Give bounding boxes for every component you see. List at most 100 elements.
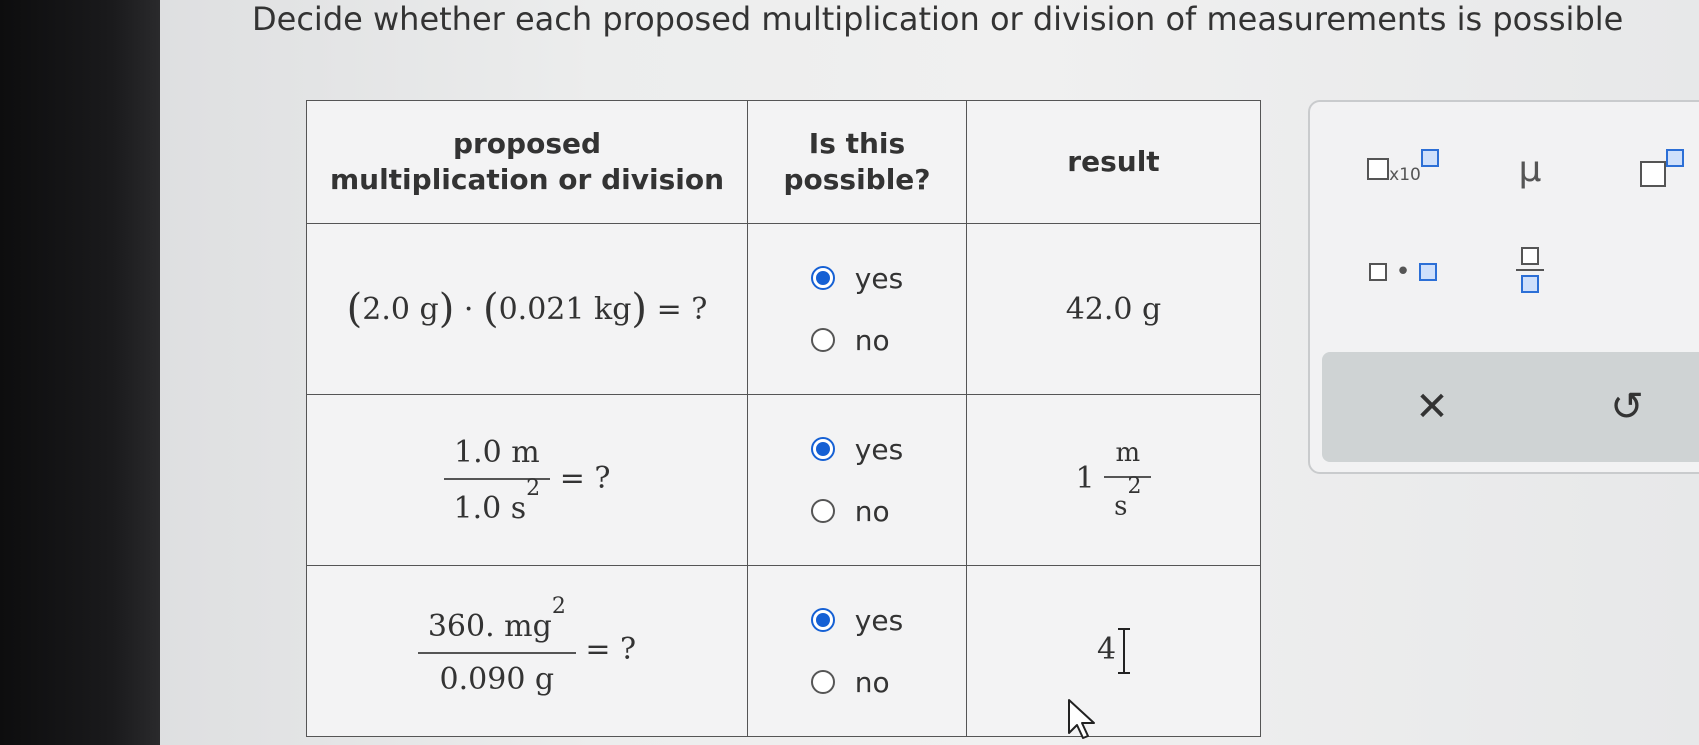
numerator: 1.0 m xyxy=(453,434,540,470)
result-partial-value[interactable]: 4 xyxy=(1097,632,1116,667)
equals-question: = ? xyxy=(585,632,637,667)
header-possible-line2: possible? xyxy=(783,163,931,196)
denominator: 0.090 g xyxy=(439,661,555,697)
exponent-box-icon xyxy=(1420,149,1439,167)
numerator-box-icon xyxy=(1521,247,1539,265)
exponent: 2 xyxy=(526,475,541,501)
expression-3: 360. mg2 0.090 g = ? xyxy=(417,594,637,697)
expression-cell: 360. mg2 0.090 g = ? xyxy=(306,565,748,737)
mantissa-box-icon xyxy=(1367,158,1390,180)
table-header-row: proposed multiplication or division Is t… xyxy=(306,100,1261,224)
yes-label: yes xyxy=(854,603,904,637)
denominator-text: 1.0 s xyxy=(453,490,527,526)
superscript-box-icon xyxy=(1666,149,1684,167)
denominator-box-icon xyxy=(1521,275,1539,293)
equals-question: = ? xyxy=(559,461,611,496)
mouse-pointer-icon xyxy=(1068,699,1095,739)
numerator-text: 360. mg xyxy=(427,608,552,644)
no-option[interactable]: no xyxy=(810,480,903,542)
yes-option[interactable]: yes xyxy=(810,589,904,651)
yes-radio[interactable] xyxy=(810,437,835,461)
header-possible-line1: Is this xyxy=(808,127,906,160)
possible-radio-group: yes no xyxy=(810,589,904,713)
exponent: 2 xyxy=(551,593,566,619)
no-radio[interactable] xyxy=(810,670,835,694)
no-radio[interactable] xyxy=(810,328,835,352)
exponent: 2 xyxy=(1127,474,1142,500)
result-denominator: s2 xyxy=(1104,474,1151,522)
no-radio[interactable] xyxy=(810,499,835,523)
result-answer[interactable]: 1 m s2 xyxy=(1075,438,1152,522)
close-icon: ✕ xyxy=(1415,384,1449,430)
fraction: 360. mg2 0.090 g xyxy=(417,594,576,697)
paren: ( xyxy=(482,286,499,332)
result-cell[interactable]: 4 xyxy=(966,565,1261,737)
yes-option[interactable]: yes xyxy=(810,418,904,480)
math-keypad: x10 μ • ✕ ↺ xyxy=(1308,100,1699,474)
equals-question: = ? xyxy=(656,292,708,327)
result-unit-fraction: m s2 xyxy=(1104,438,1152,522)
possible-cell: yes no xyxy=(747,565,967,737)
paren: ) xyxy=(438,286,455,332)
result-answer-input[interactable]: 4 xyxy=(1097,628,1131,674)
no-option[interactable]: no xyxy=(810,309,903,371)
base-box-icon xyxy=(1640,161,1666,187)
header-proposed-line2: multiplication or division xyxy=(329,163,725,196)
fraction-bar-icon xyxy=(1516,269,1544,271)
scientific-notation-key[interactable]: x10 xyxy=(1348,144,1458,194)
result-denominator-text: s xyxy=(1114,491,1128,522)
table-row: 1.0 m 1.0 s2 = ? yes no 1 m s2 xyxy=(306,394,1261,566)
left-operand-box-icon xyxy=(1369,263,1388,281)
paren: ( xyxy=(346,286,363,332)
possible-radio-group: yes no xyxy=(810,247,903,371)
expression-cell: 1.0 m 1.0 s2 = ? xyxy=(306,394,748,566)
expression-2: 1.0 m 1.0 s2 = ? xyxy=(443,435,611,526)
dot-symbol: • xyxy=(1395,257,1411,287)
mu-key[interactable]: μ xyxy=(1500,144,1560,194)
table-row: 360. mg2 0.090 g = ? yes no 4 xyxy=(306,565,1261,737)
yes-radio[interactable] xyxy=(810,266,835,290)
factor-b: 0.021 kg xyxy=(498,292,632,327)
keypad-action-bar: ✕ ↺ xyxy=(1322,352,1699,462)
measurements-table: proposed multiplication or division Is t… xyxy=(306,100,1261,737)
numerator: 360. mg2 xyxy=(418,594,576,652)
factor-a: 2.0 g xyxy=(362,292,439,327)
yes-option[interactable]: yes xyxy=(810,247,903,309)
clear-button[interactable]: ✕ xyxy=(1402,377,1462,437)
screen: Decide whether each proposed multiplicat… xyxy=(0,0,1699,745)
header-possible: Is this possible? xyxy=(747,100,967,224)
mu-symbol: μ xyxy=(1518,148,1542,190)
superscript-key[interactable] xyxy=(1640,144,1699,194)
no-option[interactable]: no xyxy=(810,651,903,713)
undo-icon: ↺ xyxy=(1610,384,1644,430)
result-numerator: m xyxy=(1115,438,1141,469)
paren: ) xyxy=(631,286,648,332)
text-cursor-icon xyxy=(1118,628,1131,674)
fraction: 1.0 m 1.0 s2 xyxy=(443,434,551,526)
yes-label: yes xyxy=(854,432,904,466)
yes-radio[interactable] xyxy=(810,608,835,632)
result-answer[interactable]: 42.0 g xyxy=(1066,292,1162,327)
fraction-key[interactable] xyxy=(1495,230,1565,310)
header-proposed: proposed multiplication or division xyxy=(306,100,748,224)
expression-1: (2.0 g) · (0.021 kg) = ? xyxy=(347,286,708,332)
instruction-text: Decide whether each proposed multiplicat… xyxy=(252,0,1624,38)
possible-cell: yes no xyxy=(747,394,967,566)
expression-cell: (2.0 g) · (0.021 kg) = ? xyxy=(306,223,748,395)
multiply-key[interactable]: • xyxy=(1348,247,1458,297)
undo-button[interactable]: ↺ xyxy=(1597,377,1657,437)
result-cell[interactable]: 1 m s2 xyxy=(966,394,1261,566)
multiply-dot: · xyxy=(463,292,474,327)
no-label: no xyxy=(854,494,890,528)
result-coefficient: 1 xyxy=(1075,461,1095,496)
header-result: result xyxy=(966,100,1261,224)
header-proposed-line1: proposed xyxy=(452,127,602,160)
possible-cell: yes no xyxy=(747,223,967,395)
possible-radio-group: yes no xyxy=(810,418,904,542)
x10-label: x10 xyxy=(1389,165,1421,185)
table-row: (2.0 g) · (0.021 kg) = ? yes no 42.0 g xyxy=(306,223,1261,395)
result-cell[interactable]: 42.0 g xyxy=(966,223,1261,395)
right-operand-box-icon xyxy=(1418,263,1437,281)
monitor-bezel xyxy=(0,0,160,745)
no-label: no xyxy=(854,323,890,357)
